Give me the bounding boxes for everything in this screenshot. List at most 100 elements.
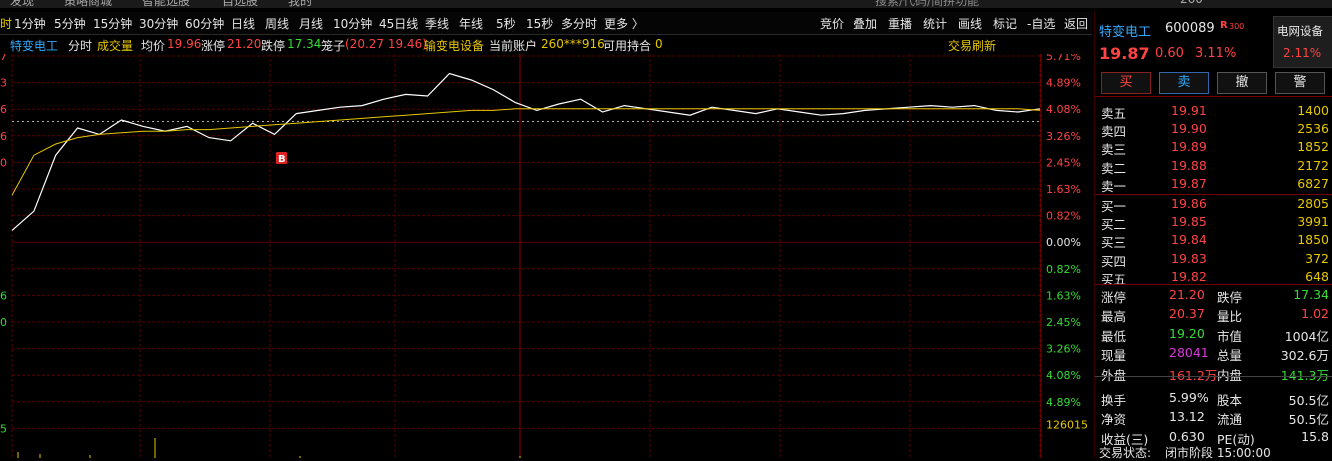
stat-label: 外盘 <box>1101 365 1126 384</box>
stat-label: 最高 <box>1101 309 1127 325</box>
pct-tick-label: 0.00% <box>1046 236 1081 249</box>
order-book-row[interactable]: 卖一 19.87 6827 <box>1095 175 1332 194</box>
cancel-order-button[interactable]: 撤 <box>1217 72 1267 94</box>
pct-tick-label: 4.89% <box>1046 77 1081 90</box>
top-nav-item[interactable]: 策略商城 <box>64 0 112 8</box>
mode-label[interactable]: 分时 <box>68 37 92 54</box>
stat-label: 涨停 <box>1101 290 1127 305</box>
sector-box-label[interactable]: 电网设备 <box>1277 23 1323 39</box>
stats-button[interactable]: 统计 <box>923 15 947 32</box>
top-nav-item[interactable]: 自选股 <box>222 0 258 8</box>
sell-button[interactable]: 卖 <box>1159 72 1209 94</box>
left-tick-label: 6 <box>0 103 7 116</box>
top-nav-item[interactable]: 智能选股 <box>142 0 190 8</box>
buy-button[interactable]: 买 <box>1101 72 1151 94</box>
sector-name[interactable]: 输变电设备 <box>424 37 484 54</box>
tab-30min[interactable]: 30分钟 <box>139 15 178 32</box>
limit-down-label: 跌停 <box>261 39 286 53</box>
tab-multi[interactable]: 多分时 <box>561 15 597 32</box>
stat-label: 总量 <box>1217 348 1243 364</box>
draw-line-button[interactable]: 画线 <box>958 15 982 32</box>
tab-10min[interactable]: 10分钟 <box>333 15 372 32</box>
remove-watchlist-button[interactable]: -自选 <box>1027 15 1055 32</box>
tab-45day[interactable]: 45日线 <box>379 15 418 32</box>
search-input[interactable]: 搜索/代码/简拼功能 <box>875 0 979 8</box>
left-tick-label: 6 <box>0 130 7 143</box>
left-tick-label: 0 <box>0 316 7 329</box>
order-price: 19.82 <box>1171 268 1207 284</box>
tab-yearly[interactable]: 年线 <box>459 15 483 32</box>
alert-button[interactable]: 警 <box>1275 72 1325 94</box>
stat-value: 17.34 <box>1293 287 1329 302</box>
stat-value: 15.8 <box>1301 428 1329 444</box>
order-book-row[interactable]: 买三 19.84 1850 <box>1095 231 1332 250</box>
volume-label[interactable]: 成交量 <box>97 37 133 54</box>
stat-value: 50.5亿 <box>1288 412 1329 428</box>
tab-quarterly[interactable]: 季线 <box>425 15 449 32</box>
order-book-row[interactable]: 卖二 19.88 2172 <box>1095 157 1332 176</box>
stat-value: 161.2万 <box>1169 365 1217 384</box>
order-level-label: 卖五 <box>1101 106 1127 121</box>
top-nav-item[interactable]: 发现 <box>10 0 34 8</box>
order-price: 19.84 <box>1171 232 1207 248</box>
top-nav-strip: 发现 策略商城 智能选股 自选股 我的 搜索/代码/简拼功能 260 <box>0 0 1332 8</box>
order-book-row[interactable]: 买四 19.83 372 <box>1095 250 1332 269</box>
tab-15min[interactable]: 15分钟 <box>93 15 132 32</box>
back-button[interactable]: 返回 <box>1064 15 1088 32</box>
tab-1min[interactable]: 1分钟 <box>14 15 46 32</box>
chart-grid <box>11 54 1042 458</box>
period-toolbar: 时 1分钟 5分钟 15分钟 30分钟 60分钟 日线 周线 月线 10分钟 4… <box>0 12 1092 35</box>
tab-monthly[interactable]: 月线 <box>299 15 323 32</box>
cage-label: 笼子 <box>321 39 346 53</box>
stat-value: 0.630 <box>1169 428 1205 444</box>
order-volume: 1400 <box>1297 103 1329 118</box>
stat-label: 股本 <box>1217 393 1243 408</box>
tab-60min[interactable]: 60分钟 <box>185 15 224 32</box>
mark-button[interactable]: 标记 <box>993 15 1017 32</box>
account-label: 当前账户 <box>489 39 538 53</box>
tab-more[interactable]: 更多 〉 <box>604 15 644 32</box>
stat-value: 1.02 <box>1301 306 1329 322</box>
stat-value: 5.99% <box>1169 390 1209 405</box>
order-book-row[interactable]: 卖三 19.89 1852 <box>1095 138 1332 157</box>
quote-name: 特变电工 <box>1099 25 1152 40</box>
holdings-value: 0 <box>655 37 663 51</box>
stat-value: 1004亿 <box>1284 328 1329 344</box>
order-volume: 3991 <box>1297 214 1329 230</box>
order-book-row[interactable]: 卖五 19.91 1400 <box>1095 102 1332 121</box>
auction-button[interactable]: 竞价 <box>820 15 844 32</box>
order-book-row[interactable]: 买一 19.86 2805 <box>1095 195 1332 214</box>
trade-refresh-button[interactable]: 交易刷新 <box>948 37 996 54</box>
overlay-button[interactable]: 叠加 <box>853 15 877 32</box>
tab-15sec[interactable]: 15秒 <box>526 15 553 32</box>
volume-bars <box>17 438 521 458</box>
order-level-label: 卖一 <box>1101 178 1127 194</box>
top-nav-item[interactable]: 我的 <box>288 0 312 8</box>
right-pct-axis: 5.71% 4.89% 4.08% 3.26% 2.45% 1.63% 0.82% 0.00%… <box>1046 54 1088 431</box>
intraday-chart[interactable]: 7 3 6 6 0 6 0 5 5.71% 4.89% 4.08% 3.26% 2.45% 1.63% 0… <box>0 54 1092 458</box>
tab-daily[interactable]: 日线 <box>231 15 255 32</box>
left-tick-label: 6 <box>0 289 7 302</box>
price-change-pct: 3.11% <box>1195 46 1237 61</box>
top-right-text: 260 <box>1180 0 1203 6</box>
stat-value: 13.12 <box>1169 409 1205 425</box>
tab-5min[interactable]: 5分钟 <box>54 15 86 32</box>
order-volume: 1850 <box>1297 232 1329 248</box>
order-book-row[interactable]: 买二 19.85 3991 <box>1095 213 1332 232</box>
order-volume: 1852 <box>1297 139 1329 155</box>
tab-5sec[interactable]: 5秒 <box>496 15 516 32</box>
cancel-button-label: 撤 <box>1235 75 1249 90</box>
order-price: 19.86 <box>1171 196 1207 211</box>
order-book-row[interactable]: 卖四 19.90 2536 <box>1095 120 1332 139</box>
limit-up-label: 涨停 <box>201 39 226 53</box>
order-price: 19.83 <box>1171 250 1207 266</box>
stat-value: 21.20 <box>1169 287 1205 302</box>
pct-tick-label: 4.08% <box>1046 369 1081 382</box>
order-volume: 648 <box>1305 268 1329 284</box>
stat-value: 20.37 <box>1169 306 1205 322</box>
order-price: 19.90 <box>1171 121 1207 137</box>
tab-weekly[interactable]: 周线 <box>265 15 289 32</box>
pct-tick-label: 0.82% <box>1046 210 1081 223</box>
stat-value: 19.20 <box>1169 325 1205 341</box>
replay-button[interactable]: 重播 <box>888 15 912 32</box>
